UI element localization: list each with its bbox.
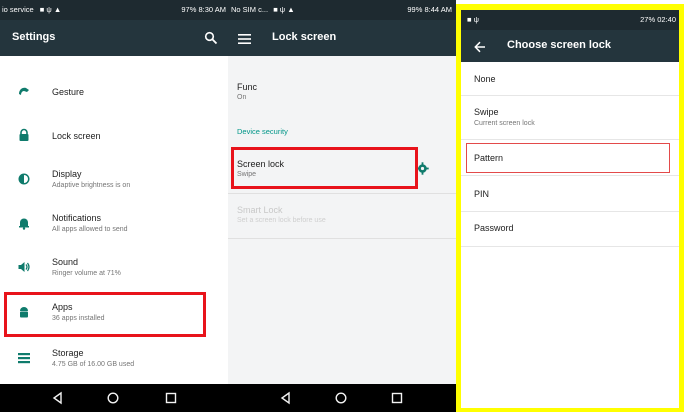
carrier-text: io service	[2, 5, 34, 14]
settings-item-title: Display	[52, 169, 82, 179]
option-pin[interactable]: PIN	[461, 176, 679, 212]
option-password[interactable]: Password	[461, 212, 679, 247]
settings-item-title: Notifications	[52, 213, 102, 223]
gesture-icon	[17, 84, 31, 98]
nav-home-icon[interactable]	[106, 391, 120, 405]
settings-item-lock-screen[interactable]: Lock screen	[0, 114, 228, 158]
status-icons: ■ ψ ▲	[39, 5, 62, 14]
option-none[interactable]: None	[461, 62, 679, 96]
option-title: Swipe	[474, 107, 499, 117]
settings-item-gesture[interactable]: Gesture	[0, 70, 228, 114]
back-arrow-icon[interactable]	[474, 40, 486, 53]
nav-recents-icon[interactable]	[164, 391, 178, 405]
status-icons: ■ ψ	[467, 15, 479, 24]
carrier-text: No SIM c...	[231, 5, 269, 14]
option-subtitle: Current screen lock	[474, 120, 535, 127]
settings-item-subtitle: Adaptive brightness is on	[52, 182, 131, 189]
settings-item-subtitle: 4.75 GB of 16.00 GB used	[52, 361, 135, 368]
menu-icon[interactable]	[238, 32, 251, 44]
screen-lock-highlight-box	[231, 147, 418, 189]
option-title: None	[474, 74, 496, 84]
nav-recents-icon[interactable]	[390, 391, 404, 405]
pattern-highlight-box	[466, 143, 670, 173]
navigation-bar	[228, 384, 456, 412]
brightness-icon	[17, 172, 31, 186]
settings-app-bar: Settings	[0, 20, 228, 56]
func-title: Func	[237, 82, 258, 92]
func-subtitle: On	[237, 94, 247, 101]
bell-icon	[17, 216, 31, 230]
navigation-bar	[0, 384, 228, 412]
smart-lock-item: Smart Lock Set a screen lock before use	[228, 197, 456, 233]
lock-screen-list: Func On Device security Screen lock Swip…	[228, 56, 456, 384]
func-item[interactable]: Func On	[228, 74, 456, 108]
page-title: Choose screen lock	[507, 39, 611, 51]
status-time: 27% 02:40	[640, 15, 676, 24]
status-bar: ■ ψ 27% 02:40	[461, 10, 679, 30]
choose-lock-app-bar: Choose screen lock	[461, 30, 679, 62]
divider	[228, 238, 456, 239]
nav-back-icon[interactable]	[51, 391, 65, 405]
search-icon[interactable]	[204, 31, 218, 45]
settings-item-storage[interactable]: Storage 4.75 GB of 16.00 GB used	[0, 337, 228, 381]
settings-item-notifications[interactable]: Notifications All apps allowed to send	[0, 202, 228, 246]
status-time: 99% 8:44 AM	[407, 5, 452, 14]
status-bar: io service ■ ψ ▲ 97% 8:30 AM	[0, 0, 228, 20]
page-title: Lock screen	[272, 31, 337, 43]
nav-home-icon[interactable]	[334, 391, 348, 405]
settings-item-title: Storage	[52, 348, 84, 358]
storage-icon	[17, 351, 31, 365]
page-title: Settings	[12, 31, 56, 43]
lock-icon	[17, 128, 31, 142]
apps-highlight-box	[4, 292, 206, 337]
lock-screen-app-bar: Lock screen	[228, 20, 456, 56]
section-header-device-security: Device security	[237, 127, 288, 136]
screen-lock-options: None Swipe Current screen lock Pattern P…	[461, 62, 679, 408]
settings-item-title: Gesture	[52, 87, 85, 97]
settings-item-sound[interactable]: Sound Ringer volume at 71%	[0, 246, 228, 290]
option-title: PIN	[474, 189, 490, 199]
settings-item-display[interactable]: Display Adaptive brightness is on	[0, 158, 228, 202]
settings-item-title: Lock screen	[52, 131, 101, 141]
volume-icon	[17, 260, 31, 274]
option-swipe[interactable]: Swipe Current screen lock	[461, 96, 679, 140]
smart-lock-subtitle: Set a screen lock before use	[237, 217, 326, 224]
status-icons: ■ ψ ▲	[273, 5, 295, 14]
option-title: Password	[474, 223, 514, 233]
nav-back-icon[interactable]	[279, 391, 293, 405]
settings-item-subtitle: All apps allowed to send	[52, 226, 128, 233]
smart-lock-title: Smart Lock	[237, 205, 283, 215]
settings-item-subtitle: Ringer volume at 71%	[52, 270, 121, 277]
settings-item-title: Sound	[52, 257, 79, 267]
status-bar: No SIM c... ■ ψ ▲ 99% 8:44 AM	[228, 0, 456, 20]
status-time: 97% 8:30 AM	[181, 5, 226, 14]
divider	[228, 193, 456, 194]
